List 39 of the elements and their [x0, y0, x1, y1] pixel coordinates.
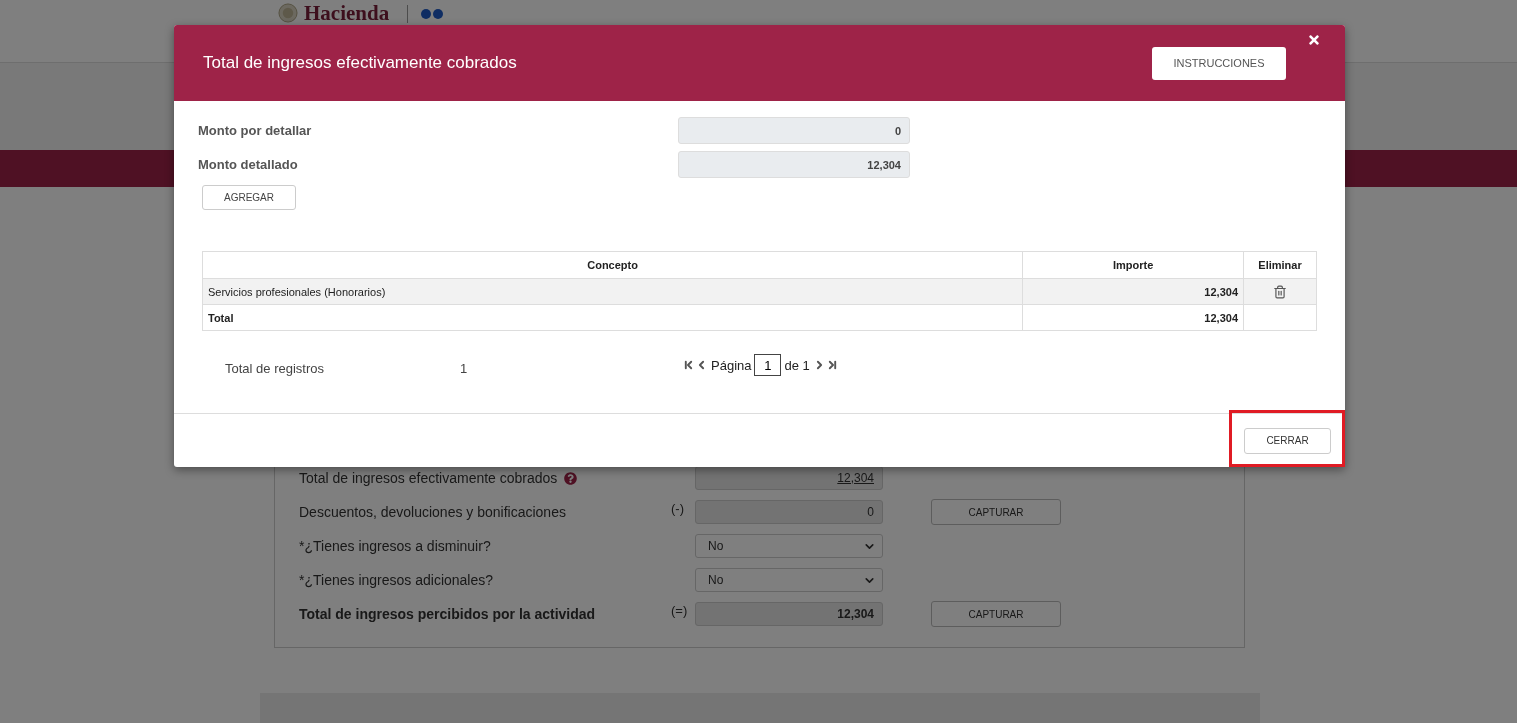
- table-cell: Total: [202, 304, 1023, 331]
- column-header: Eliminar: [1243, 251, 1317, 279]
- table-cell: 12,304: [1022, 278, 1244, 305]
- field-label: Monto detallado: [198, 157, 299, 172]
- amount-field: 0: [678, 117, 910, 144]
- field-label: Monto por detallar: [198, 123, 313, 138]
- column-header: Importe: [1022, 251, 1244, 279]
- records-count: 1: [460, 361, 469, 376]
- capture-button[interactable]: CAPTURAR: [931, 499, 1061, 525]
- field-label: *¿Tienes ingresos adicionales?: [299, 572, 494, 588]
- select-field[interactable]: No: [695, 568, 883, 592]
- table-cell: 12,304: [1022, 304, 1244, 331]
- help-icon[interactable]: [564, 471, 578, 485]
- capture-button[interactable]: CAPTURAR: [931, 601, 1061, 627]
- amount-field: 12,304: [695, 466, 883, 490]
- table-cell: Servicios profesionales (Honorarios): [202, 278, 1023, 305]
- close-icon[interactable]: [1307, 33, 1321, 47]
- close-button[interactable]: CERRAR: [1244, 427, 1331, 454]
- logo-text: Hacienda: [304, 3, 390, 24]
- instructions-button[interactable]: INSTRUCCIONES: [1152, 46, 1286, 80]
- amount-field: 12,304: [678, 151, 910, 178]
- sign-label: (-): [671, 500, 685, 516]
- field-label: *¿Tienes ingresos a disminuir?: [299, 538, 491, 554]
- page-label: Página: [711, 357, 752, 373]
- column-header: Concepto: [202, 251, 1023, 279]
- field-label: Descuentos, devoluciones y bonificaciones: [299, 504, 566, 520]
- page-count-label: de 1: [784, 357, 810, 373]
- modal-title: Total de ingresos efectivamente cobrados: [203, 53, 518, 73]
- select-field[interactable]: No: [695, 534, 883, 558]
- amount-field: 12,304: [695, 602, 883, 626]
- amount-field: 0: [695, 500, 883, 524]
- field-label: Total de ingresos efectivamente cobrados: [299, 470, 558, 486]
- sign-label: (=): [671, 602, 689, 618]
- emblem-icon: [278, 3, 298, 23]
- records-label: Total de registros: [225, 361, 325, 376]
- trash-icon[interactable]: [1273, 284, 1287, 299]
- page-field[interactable]: 1: [754, 354, 782, 376]
- field-label: Total de ingresos percibidos por la actividad: [299, 606, 596, 622]
- add-button[interactable]: AGREGAR: [202, 185, 296, 210]
